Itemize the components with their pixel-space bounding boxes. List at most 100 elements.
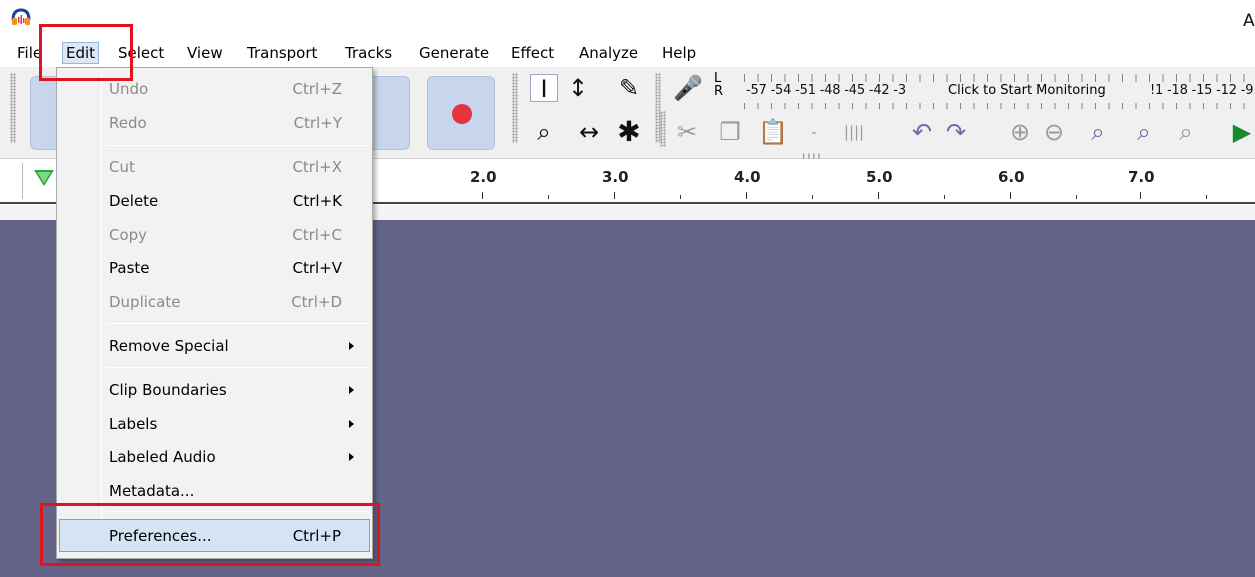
menu-item-shortcut: Ctrl+V bbox=[292, 259, 342, 277]
recording-meter-scale[interactable]: -57 -54 -51 -48 -45 -42 -3 bbox=[746, 83, 906, 98]
window-title: A bbox=[1243, 11, 1255, 31]
menu-item-copy[interactable]: Copy Ctrl+C bbox=[59, 220, 370, 250]
menu-separator bbox=[105, 367, 368, 368]
ruler-divider bbox=[22, 163, 23, 199]
menu-view[interactable]: View bbox=[187, 43, 223, 63]
fit-selection-icon[interactable]: ⌕ bbox=[1084, 118, 1112, 146]
ruler-label-2: 2.0 bbox=[470, 168, 497, 186]
draw-tool-icon[interactable]: ✎ bbox=[615, 74, 643, 102]
cut-icon[interactable]: ✂ bbox=[673, 118, 701, 146]
title-bar: A bbox=[0, 0, 1255, 40]
menu-separator bbox=[105, 323, 368, 324]
menu-help[interactable]: Help bbox=[662, 43, 696, 63]
menu-item-label: Labeled Audio bbox=[109, 448, 216, 466]
ruler-tick bbox=[1010, 192, 1011, 199]
menu-item-labels[interactable]: Labels bbox=[59, 409, 370, 439]
menu-item-shortcut: Ctrl+K bbox=[292, 192, 342, 210]
selection-tool-icon[interactable]: I bbox=[530, 74, 558, 103]
menu-item-clip-boundaries[interactable]: Clip Boundaries bbox=[59, 375, 370, 405]
menu-item-label: Duplicate bbox=[109, 293, 181, 311]
menu-item-cut[interactable]: Cut Ctrl+X bbox=[59, 152, 370, 182]
ruler-tick bbox=[1206, 195, 1207, 199]
multi-tool-icon[interactable]: ✱ bbox=[615, 118, 643, 146]
zoom-out-icon[interactable]: ⊖ bbox=[1040, 118, 1068, 146]
record-icon bbox=[452, 104, 472, 124]
menu-item-redo[interactable]: Redo Ctrl+Y bbox=[59, 108, 370, 138]
meter-channel-labels: L R bbox=[714, 72, 723, 98]
ruler-tick bbox=[1140, 192, 1141, 199]
menu-analyze[interactable]: Analyze bbox=[579, 43, 638, 63]
preferences-highlight-box bbox=[40, 503, 380, 566]
fit-project-icon[interactable]: ⌕ bbox=[1130, 118, 1158, 146]
ruler-tick bbox=[746, 192, 747, 199]
menu-item-metadata[interactable]: Metadata... bbox=[59, 476, 370, 506]
menu-generate[interactable]: Generate bbox=[419, 43, 489, 63]
ruler-label-7: 7.0 bbox=[1128, 168, 1155, 186]
submenu-arrow-icon bbox=[349, 453, 354, 461]
start-monitoring-prompt[interactable]: Click to Start Monitoring bbox=[945, 83, 1109, 98]
ruler-label-3: 3.0 bbox=[602, 168, 629, 186]
ruler-tick bbox=[812, 195, 813, 199]
menu-item-label: Cut bbox=[109, 158, 135, 176]
ruler-tick bbox=[1076, 195, 1077, 199]
menu-item-duplicate[interactable]: Duplicate Ctrl+D bbox=[59, 287, 370, 317]
menu-item-label: Delete bbox=[109, 192, 159, 210]
menu-item-label: Undo bbox=[109, 80, 149, 98]
menu-item-label: Metadata... bbox=[109, 482, 195, 500]
ruler-tick bbox=[614, 192, 615, 199]
play-head-icon[interactable] bbox=[34, 170, 54, 186]
zoom-toggle-icon[interactable]: ⌕ bbox=[1172, 118, 1200, 146]
menu-item-shortcut: Ctrl+Z bbox=[292, 80, 342, 98]
menu-item-label: Copy bbox=[109, 226, 148, 244]
undo-icon[interactable]: ↶ bbox=[908, 118, 936, 146]
menu-bar: File Edit Select View Transport Tracks G… bbox=[0, 40, 1255, 67]
timeshift-tool-icon[interactable]: ↔ bbox=[575, 118, 603, 146]
ruler-tick bbox=[548, 195, 549, 199]
menu-tracks[interactable]: Tracks bbox=[345, 43, 392, 63]
meter-ticks-bottom bbox=[744, 103, 1255, 109]
zoom-tool-icon[interactable]: ⌕ bbox=[530, 118, 558, 146]
ruler-tick bbox=[680, 195, 681, 199]
copy-icon[interactable]: ❐ bbox=[716, 118, 744, 146]
edit-menu-dropdown: Undo Ctrl+Z Redo Ctrl+Y Cut Ctrl+X Delet… bbox=[56, 67, 373, 559]
ruler-label-4: 4.0 bbox=[734, 168, 761, 186]
trim-audio-icon[interactable]: -||||- bbox=[800, 118, 828, 169]
menu-item-shortcut: Ctrl+X bbox=[292, 158, 342, 176]
audacity-logo-icon bbox=[11, 8, 31, 25]
ruler-tick bbox=[878, 192, 879, 199]
meter-scale-left: -57 -54 -51 -48 -45 -42 -3 bbox=[746, 83, 906, 98]
edit-menu-highlight-box bbox=[39, 24, 133, 81]
play-at-speed-icon[interactable]: ▶ bbox=[1228, 118, 1255, 146]
menu-item-remove-special[interactable]: Remove Special bbox=[59, 331, 370, 361]
menu-item-label: Paste bbox=[109, 259, 150, 277]
edit-toolbar-grip[interactable] bbox=[660, 111, 666, 147]
redo-icon[interactable]: ↷ bbox=[942, 118, 970, 146]
submenu-arrow-icon bbox=[349, 342, 354, 350]
ruler-tick bbox=[482, 192, 483, 199]
toolbar-grip[interactable] bbox=[10, 73, 16, 143]
meter-ticks-top bbox=[744, 74, 1255, 82]
menu-item-labeled-audio[interactable]: Labeled Audio bbox=[59, 442, 370, 472]
record-button[interactable] bbox=[427, 76, 495, 150]
menu-separator bbox=[105, 145, 368, 146]
ruler-tick bbox=[944, 195, 945, 199]
menu-item-label: Remove Special bbox=[109, 337, 229, 355]
meter-right-label: R bbox=[714, 84, 724, 99]
meter-scale-right: !1 -18 -15 -12 -9 bbox=[1150, 83, 1254, 98]
tools-toolbar-grip[interactable] bbox=[512, 73, 518, 143]
submenu-arrow-icon bbox=[349, 420, 354, 428]
menu-item-shortcut: Ctrl+C bbox=[292, 226, 342, 244]
zoom-in-icon[interactable]: ⊕ bbox=[1006, 118, 1034, 146]
menu-effect[interactable]: Effect bbox=[511, 43, 554, 63]
menu-item-delete[interactable]: Delete Ctrl+K bbox=[59, 186, 370, 216]
menu-transport[interactable]: Transport bbox=[247, 43, 317, 63]
menu-item-shortcut: Ctrl+Y bbox=[293, 114, 342, 132]
menu-item-shortcut: Ctrl+D bbox=[291, 293, 342, 311]
microphone-icon[interactable]: 🎤 bbox=[673, 74, 703, 102]
envelope-tool-icon[interactable]: ↕ bbox=[564, 74, 592, 102]
menu-item-label: Redo bbox=[109, 114, 147, 132]
menu-item-paste[interactable]: Paste Ctrl+V bbox=[59, 253, 370, 283]
menu-item-label: Clip Boundaries bbox=[109, 381, 227, 399]
silence-audio-icon[interactable]: |||| bbox=[840, 118, 868, 146]
paste-icon[interactable]: 📋 bbox=[758, 118, 788, 146]
